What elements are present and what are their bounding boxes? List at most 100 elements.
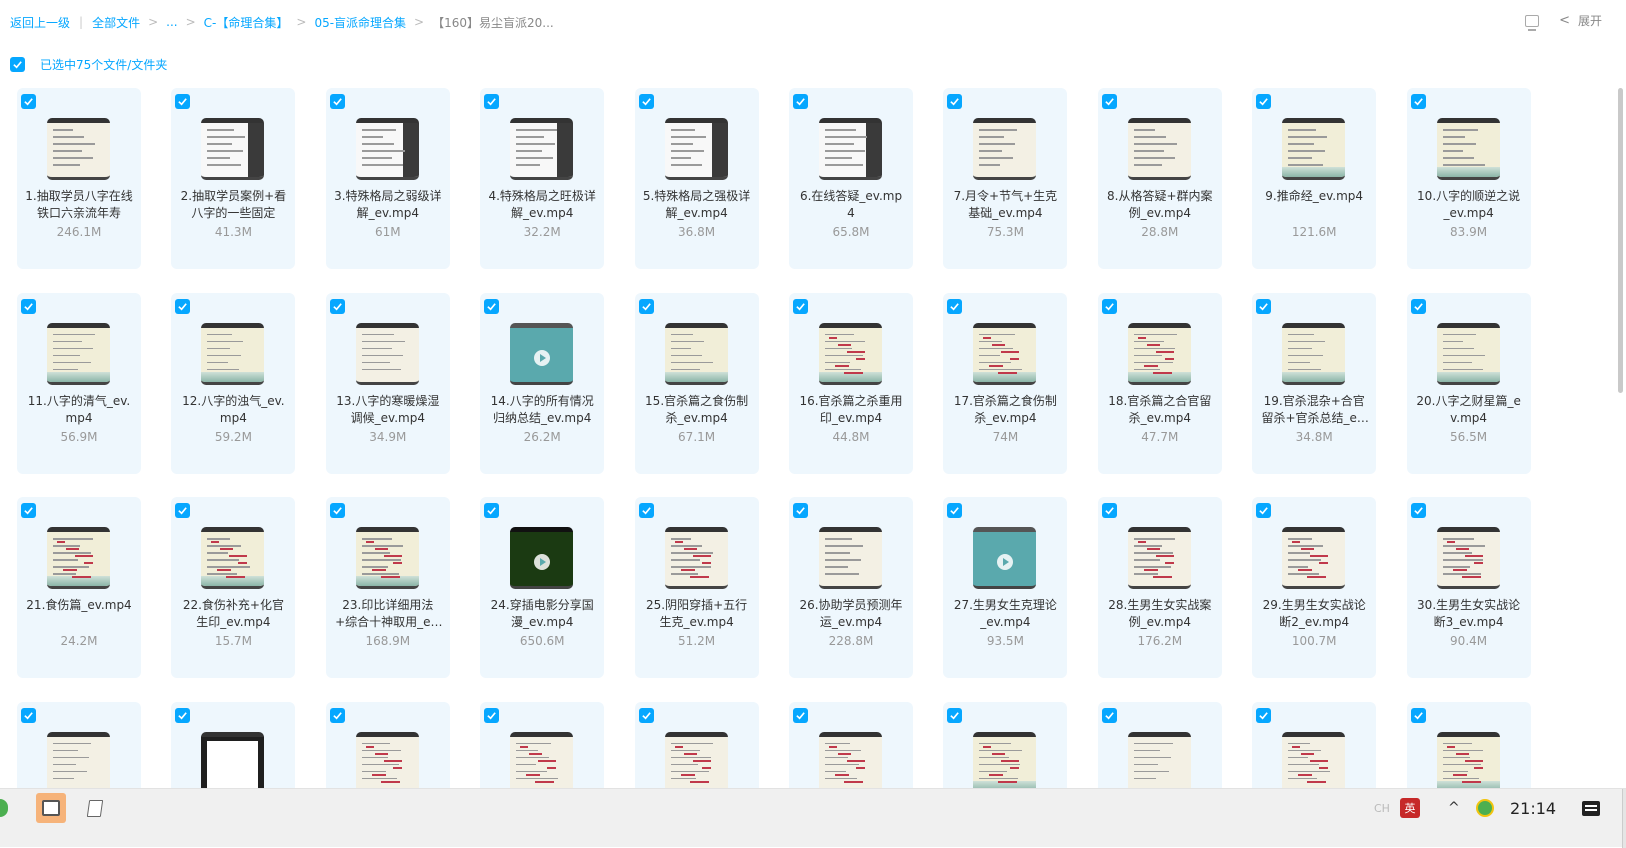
file-name[interactable]: 17.官杀篇之食伤制杀_ev.mp4 [951, 393, 1059, 427]
file-card[interactable]: 21.食伤篇_ev.mp4 24.2M [17, 497, 141, 679]
file-card[interactable] [943, 701, 1068, 788]
file-name[interactable]: 11.八字的清气_ev.mp4 [25, 393, 133, 427]
file-card[interactable]: 20.八字之财星篇_ev.mp4 56.5M [1406, 292, 1531, 474]
file-name[interactable]: 2.抽取学员案例+看八字的一些固定 [179, 188, 287, 222]
file-checkbox[interactable] [329, 298, 345, 314]
file-card[interactable]: 9.推命经_ev.mp4 121.6M [1252, 88, 1377, 269]
file-name[interactable]: 26.协助学员预测年运_ev.mp4 [797, 597, 905, 631]
file-card[interactable] [1097, 701, 1222, 788]
file-checkbox[interactable] [1410, 94, 1426, 109]
file-name[interactable]: 20.八字之财星篇_ev.mp4 [1415, 393, 1523, 427]
file-card[interactable]: 26.协助学员预测年运_ev.mp4 228.8M [789, 497, 913, 679]
breadcrumb-level2[interactable]: 05-盲派命理合集 [314, 14, 406, 31]
back-link[interactable]: 返回上一级 [10, 14, 70, 31]
file-card[interactable]: 29.生男生女实战论断2_ev.mp4 100.7M [1252, 497, 1377, 679]
chevron-left-icon[interactable]: < [1559, 13, 1570, 28]
file-checkbox[interactable] [175, 94, 191, 109]
show-desktop-strip[interactable] [1622, 789, 1626, 848]
file-name[interactable]: 13.八字的寒暖燥湿调候_ev.mp4 [334, 393, 442, 427]
file-checkbox[interactable] [329, 94, 345, 109]
file-name[interactable]: 4.特殊格局之旺极详解_ev.mp4 [488, 188, 596, 222]
file-checkbox[interactable] [1101, 707, 1117, 723]
file-card[interactable]: 5.特殊格局之强极详解_ev.mp4 36.8M [634, 88, 759, 269]
scrollbar[interactable] [1618, 88, 1623, 393]
file-checkbox[interactable] [1101, 298, 1117, 314]
start-edge-icon[interactable] [0, 799, 8, 817]
file-card[interactable]: 28.生男生女实战案例_ev.mp4 176.2M [1097, 497, 1222, 679]
file-checkbox[interactable] [793, 94, 808, 109]
expand-button[interactable]: 展开 [1578, 12, 1602, 29]
clock[interactable]: 21:14 [1510, 789, 1556, 827]
file-checkbox[interactable] [1410, 707, 1426, 723]
file-card[interactable]: 12.八字的浊气_ev.mp4 59.2M [171, 292, 296, 474]
file-checkbox[interactable] [484, 94, 500, 109]
file-name[interactable]: 27.生男女生克理论_ev.mp4 [951, 597, 1059, 631]
file-checkbox[interactable] [638, 298, 654, 314]
file-card[interactable]: 14.八字的所有情况归纳总结_ev.mp4 26.2M [480, 292, 605, 474]
file-card[interactable]: 25.阴阳穿插+五行生克_ev.mp4 51.2M [634, 497, 759, 679]
file-checkbox[interactable] [175, 503, 191, 519]
file-card[interactable]: 3.特殊格局之弱级详解_ev.mp4 61M [325, 88, 450, 269]
file-checkbox[interactable] [1101, 94, 1117, 109]
file-name[interactable]: 28.生男生女实战案例_ev.mp4 [1106, 597, 1214, 631]
file-card[interactable] [1406, 701, 1531, 788]
file-card[interactable]: 10.八字的顺逆之说_ev.mp4 83.9M [1406, 88, 1531, 269]
breadcrumb-root[interactable]: 全部文件 [92, 14, 140, 31]
file-checkbox[interactable] [638, 503, 654, 519]
file-checkbox[interactable] [329, 503, 345, 519]
file-card[interactable]: 13.八字的寒暖燥湿调候_ev.mp4 34.9M [325, 292, 450, 474]
file-checkbox[interactable] [21, 503, 36, 519]
network-globe-icon[interactable] [1476, 799, 1494, 817]
file-name[interactable]: 1.抽取学员八字在线铁口六亲流年寿 [25, 188, 133, 222]
file-checkbox[interactable] [947, 503, 963, 519]
file-name[interactable]: 29.生男生女实战论断2_ev.mp4 [1260, 597, 1368, 631]
file-name[interactable]: 21.食伤篇_ev.mp4 [25, 597, 133, 614]
select-all-checkbox[interactable] [10, 57, 25, 72]
file-name[interactable]: 10.八字的顺逆之说_ev.mp4 [1415, 188, 1523, 222]
file-card[interactable] [171, 701, 296, 788]
file-name[interactable]: 15.官杀篇之食伤制杀_ev.mp4 [643, 393, 751, 427]
file-card[interactable] [1252, 701, 1377, 788]
file-name[interactable]: 19.官杀混杂+合官留杀+官杀总结_ev.mp4 [1260, 393, 1368, 427]
file-card[interactable] [634, 701, 759, 788]
file-checkbox[interactable] [175, 707, 191, 723]
file-checkbox[interactable] [947, 707, 963, 723]
file-checkbox[interactable] [793, 503, 808, 519]
file-card[interactable]: 17.官杀篇之食伤制杀_ev.mp4 74M [943, 292, 1068, 474]
file-card[interactable]: 11.八字的清气_ev.mp4 56.9M [17, 292, 141, 474]
file-name[interactable]: 16.官杀篇之杀重用印_ev.mp4 [797, 393, 905, 427]
file-checkbox[interactable] [638, 94, 654, 109]
file-name[interactable]: 12.八字的浊气_ev.mp4 [179, 393, 287, 427]
file-checkbox[interactable] [484, 503, 500, 519]
breadcrumb-ellipsis[interactable]: ... [166, 15, 177, 29]
file-card[interactable]: 15.官杀篇之食伤制杀_ev.mp4 67.1M [634, 292, 759, 474]
file-card[interactable]: 22.食伤补充+化官生印_ev.mp4 15.7M [171, 497, 296, 679]
file-checkbox[interactable] [793, 298, 808, 314]
file-name[interactable]: 25.阴阳穿插+五行生克_ev.mp4 [643, 597, 751, 631]
file-card[interactable]: 18.官杀篇之合官留杀_ev.mp4 47.7M [1097, 292, 1222, 474]
file-name[interactable]: 8.从格答疑+群内案例_ev.mp4 [1106, 188, 1214, 222]
file-checkbox[interactable] [947, 298, 963, 314]
view-mode-icon[interactable] [1525, 14, 1540, 31]
file-name[interactable]: 30.生男生女实战论断3_ev.mp4 [1415, 597, 1523, 631]
file-checkbox[interactable] [1256, 94, 1272, 109]
file-checkbox[interactable] [1410, 503, 1426, 519]
breadcrumb-level1[interactable]: C-【命理合集】 [204, 14, 289, 31]
file-card[interactable]: 16.官杀篇之杀重用印_ev.mp4 44.8M [789, 292, 913, 474]
notepad-icon[interactable] [80, 793, 110, 823]
file-card[interactable]: 23.印比详细用法+综合十神取用_ev.mp4 168.9M [325, 497, 450, 679]
file-card[interactable]: 6.在线答疑_ev.mp4 65.8M [789, 88, 913, 269]
file-name[interactable]: 9.推命经_ev.mp4 [1260, 188, 1368, 205]
file-checkbox[interactable] [329, 707, 345, 723]
file-card[interactable] [789, 701, 913, 788]
notification-icon[interactable] [1582, 801, 1600, 816]
file-card[interactable] [17, 701, 141, 788]
file-card[interactable]: 19.官杀混杂+合官留杀+官杀总结_ev.mp4 34.8M [1252, 292, 1377, 474]
file-card[interactable]: 27.生男女生克理论_ev.mp4 93.5M [943, 497, 1068, 679]
file-card[interactable] [480, 701, 605, 788]
file-name[interactable]: 6.在线答疑_ev.mp4 [797, 188, 905, 222]
file-name[interactable]: 3.特殊格局之弱级详解_ev.mp4 [334, 188, 442, 222]
file-card[interactable] [325, 701, 450, 788]
file-checkbox[interactable] [484, 707, 500, 723]
tray-overflow-icon[interactable]: ^ [1448, 789, 1460, 827]
